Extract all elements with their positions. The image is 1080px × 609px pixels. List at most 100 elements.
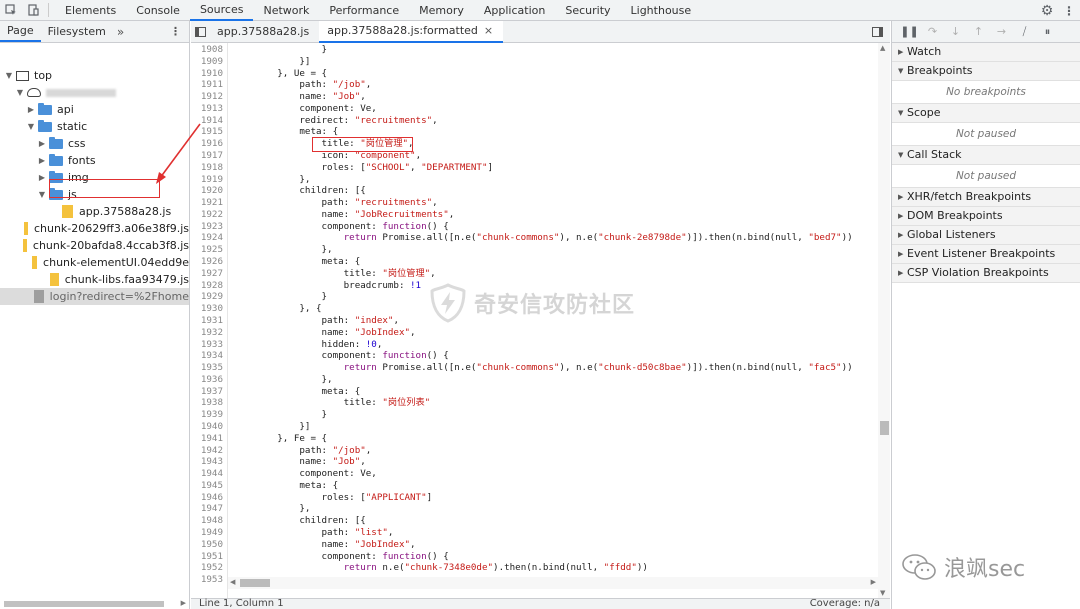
line-number[interactable]: 1928 — [191, 280, 223, 292]
code-line[interactable]: 1932 name: "JobIndex", — [191, 327, 416, 339]
tree-item-folder[interactable]: ▶ api — [0, 101, 189, 118]
tree-item-file[interactable]: chunk-elementUI.04edd9e — [0, 254, 189, 271]
navigator-scroll-thumb[interactable] — [4, 601, 164, 607]
section-event-listener-breakpoints[interactable]: ▶ Event Listener Breakpoints — [892, 245, 1080, 264]
scroll-down-arrow-icon[interactable]: ▼ — [880, 589, 885, 597]
tree-item-file[interactable]: chunk-libs.faa93479.js — [0, 271, 189, 288]
scroll-up-arrow-icon[interactable]: ▲ — [880, 44, 885, 52]
code-line[interactable]: 1943 name: "Job", — [191, 456, 366, 468]
code-line[interactable]: 1926 meta: { — [191, 256, 360, 268]
line-number[interactable]: 1924 — [191, 232, 223, 244]
code-line[interactable]: 1940 }] — [191, 421, 311, 433]
line-number[interactable]: 1933 — [191, 339, 223, 351]
device-toolbar-icon[interactable] — [22, 0, 44, 21]
tab-filesystem[interactable]: Filesystem — [41, 21, 113, 42]
line-number[interactable]: 1938 — [191, 397, 223, 409]
collapsed-arrow-icon[interactable]: ▶ — [898, 188, 907, 206]
line-number[interactable]: 1908 — [191, 44, 223, 56]
code-line[interactable]: 1920 children: [{ — [191, 185, 366, 197]
line-number[interactable]: 1946 — [191, 492, 223, 504]
tab-console[interactable]: Console — [126, 0, 190, 21]
scroll-right-arrow-icon[interactable]: ▶ — [871, 578, 876, 586]
code-line[interactable]: 1929 } — [191, 291, 327, 303]
line-number[interactable]: 1925 — [191, 244, 223, 256]
tab-sources[interactable]: Sources — [189, 0, 254, 21]
line-number[interactable]: 1944 — [191, 468, 223, 480]
line-number[interactable]: 1936 — [191, 374, 223, 386]
line-number[interactable]: 1926 — [191, 256, 223, 268]
tree-item-file[interactable]: chunk-20629ff3.a06e38f9.js — [0, 220, 189, 237]
line-number[interactable]: 1912 — [191, 91, 223, 103]
code-line[interactable]: 1931 path: "index", — [191, 315, 399, 327]
section-xhr-fetch-breakpoints[interactable]: ▶ XHR/fetch Breakpoints — [892, 188, 1080, 207]
more-options-icon[interactable]: ⋮ — [1058, 0, 1080, 21]
code-line[interactable]: 1927 title: "岗位管理", — [191, 268, 436, 280]
step-icon[interactable]: → — [990, 25, 1013, 38]
line-number[interactable]: 1945 — [191, 480, 223, 492]
deactivate-breakpoints-icon[interactable]: ⧸ — [1013, 25, 1036, 39]
step-out-icon[interactable]: ↑ — [967, 25, 990, 38]
code-line[interactable]: 1936 }, — [191, 374, 333, 386]
line-number[interactable]: 1931 — [191, 315, 223, 327]
line-number[interactable]: 1909 — [191, 56, 223, 68]
collapsed-arrow-icon[interactable]: ▶ — [37, 156, 47, 165]
code-line[interactable]: 1908 } — [191, 44, 327, 56]
tree-item-file[interactable]: chunk-20bafda8.4ccab3f8.js — [0, 237, 189, 254]
line-number[interactable]: 1939 — [191, 409, 223, 421]
code-line[interactable]: 1923 component: function() { — [191, 221, 449, 233]
line-number[interactable]: 1953 — [191, 574, 223, 586]
collapsed-arrow-icon[interactable]: ▶ — [37, 173, 47, 182]
code-line[interactable]: 1950 name: "JobIndex", — [191, 539, 416, 551]
line-number[interactable]: 1921 — [191, 197, 223, 209]
section-call-stack[interactable]: ▼ Call Stack — [892, 146, 1080, 165]
code-line[interactable]: 1949 path: "list", — [191, 527, 394, 539]
line-number[interactable]: 1950 — [191, 539, 223, 551]
section-scope[interactable]: ▼ Scope — [892, 104, 1080, 123]
editor-tab-app-js-formatted[interactable]: app.37588a28.js:formatted × — [319, 20, 504, 43]
editor-horizontal-scrollbar[interactable]: ◀ ▶ — [228, 577, 878, 589]
code-line[interactable]: 1928 breadcrumb: !1 — [191, 280, 421, 292]
code-line[interactable]: 1952 return n.e("chunk-7348e0de").then(n… — [191, 562, 648, 574]
section-dom-breakpoints[interactable]: ▶ DOM Breakpoints — [892, 207, 1080, 226]
navigator-scrollbar[interactable]: ▶ — [0, 599, 189, 609]
collapsed-arrow-icon[interactable]: ▶ — [37, 139, 47, 148]
code-line[interactable]: 1948 children: [{ — [191, 515, 366, 527]
line-number[interactable]: 1911 — [191, 79, 223, 91]
collapsed-arrow-icon[interactable]: ▶ — [898, 207, 907, 225]
line-number[interactable]: 1930 — [191, 303, 223, 315]
tab-elements[interactable]: Elements — [55, 0, 126, 21]
tree-item-file[interactable]: app.37588a28.js — [0, 203, 189, 220]
collapsed-arrow-icon[interactable]: ▶ — [898, 264, 907, 282]
code-line[interactable]: 1925 }, — [191, 244, 333, 256]
pause-on-exceptions-icon[interactable]: ⏸ — [1036, 25, 1059, 39]
code-line[interactable]: 1945 meta: { — [191, 480, 338, 492]
editor-vertical-thumb[interactable] — [880, 421, 889, 435]
editor-vertical-scrollbar[interactable]: ▲ ▼ — [878, 43, 890, 598]
line-number[interactable]: 1948 — [191, 515, 223, 527]
more-tabs-icon[interactable]: » — [117, 25, 124, 39]
step-into-icon[interactable]: ↓ — [944, 25, 967, 38]
code-line[interactable]: 1951 component: function() { — [191, 551, 449, 563]
code-line[interactable]: 1937 meta: { — [191, 386, 360, 398]
toggle-navigator-icon[interactable] — [191, 21, 209, 43]
editor-tab-app-js[interactable]: app.37588a28.js — [209, 21, 319, 43]
code-line[interactable]: 1947 }, — [191, 503, 311, 515]
expanded-arrow-icon[interactable]: ▼ — [15, 88, 25, 97]
line-number[interactable]: 1943 — [191, 456, 223, 468]
section-global-listeners[interactable]: ▶ Global Listeners — [892, 226, 1080, 245]
pause-icon[interactable]: ❚❚ — [898, 25, 921, 38]
expanded-arrow-icon[interactable]: ▼ — [37, 190, 47, 199]
expanded-arrow-icon[interactable]: ▼ — [898, 104, 907, 122]
tree-item-cloud[interactable]: ▼ — [0, 84, 189, 101]
editor-horizontal-thumb[interactable] — [240, 579, 270, 587]
code-line[interactable]: 1933 hidden: !0, — [191, 339, 383, 351]
code-line[interactable]: 1941 }, Fe = { — [191, 433, 327, 445]
scroll-left-arrow-icon[interactable]: ◀ — [230, 578, 235, 586]
line-number[interactable]: 1940 — [191, 421, 223, 433]
code-line[interactable]: 1930 }, { — [191, 303, 322, 315]
step-over-icon[interactable]: ↷ — [921, 25, 944, 38]
line-number[interactable]: 1952 — [191, 562, 223, 574]
code-line[interactable]: 1918 roles: ["SCHOOL", "DEPARTMENT"] — [191, 162, 493, 174]
toggle-debugger-icon[interactable] — [868, 21, 886, 43]
inspect-element-icon[interactable] — [0, 0, 22, 21]
